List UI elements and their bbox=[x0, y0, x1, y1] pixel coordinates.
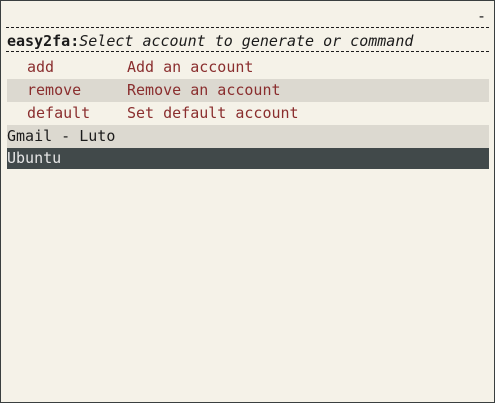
command-name: add bbox=[27, 58, 55, 76]
command-add[interactable]: add Add an account bbox=[7, 56, 489, 79]
app-name: easy2fa: bbox=[7, 32, 80, 50]
command-description: Remove an account bbox=[127, 81, 281, 99]
command-name: default bbox=[27, 104, 91, 122]
account-gmail-luto[interactable]: Gmail - Luto bbox=[7, 125, 489, 148]
bottom-separator bbox=[6, 51, 489, 52]
command-name: remove bbox=[27, 81, 82, 99]
command-remove[interactable]: remove Remove an account bbox=[7, 79, 489, 102]
command-description: Set default account bbox=[127, 104, 299, 122]
command-default[interactable]: default Set default account bbox=[7, 102, 489, 125]
easy2fa-menu-window: - easy2fa:Select account to generate or … bbox=[0, 0, 495, 403]
account-label: Ubuntu bbox=[7, 149, 62, 167]
prompt-line: easy2fa:Select account to generate or co… bbox=[7, 31, 413, 51]
command-description: Add an account bbox=[127, 58, 254, 76]
top-separator bbox=[6, 27, 489, 28]
account-label: Gmail - Luto bbox=[7, 127, 116, 145]
option-list: add Add an account remove Remove an acco… bbox=[7, 56, 489, 169]
prompt-text: Select account to generate or command bbox=[79, 32, 414, 50]
corner-dash: - bbox=[476, 7, 486, 25]
account-ubuntu[interactable]: Ubuntu bbox=[7, 148, 489, 169]
